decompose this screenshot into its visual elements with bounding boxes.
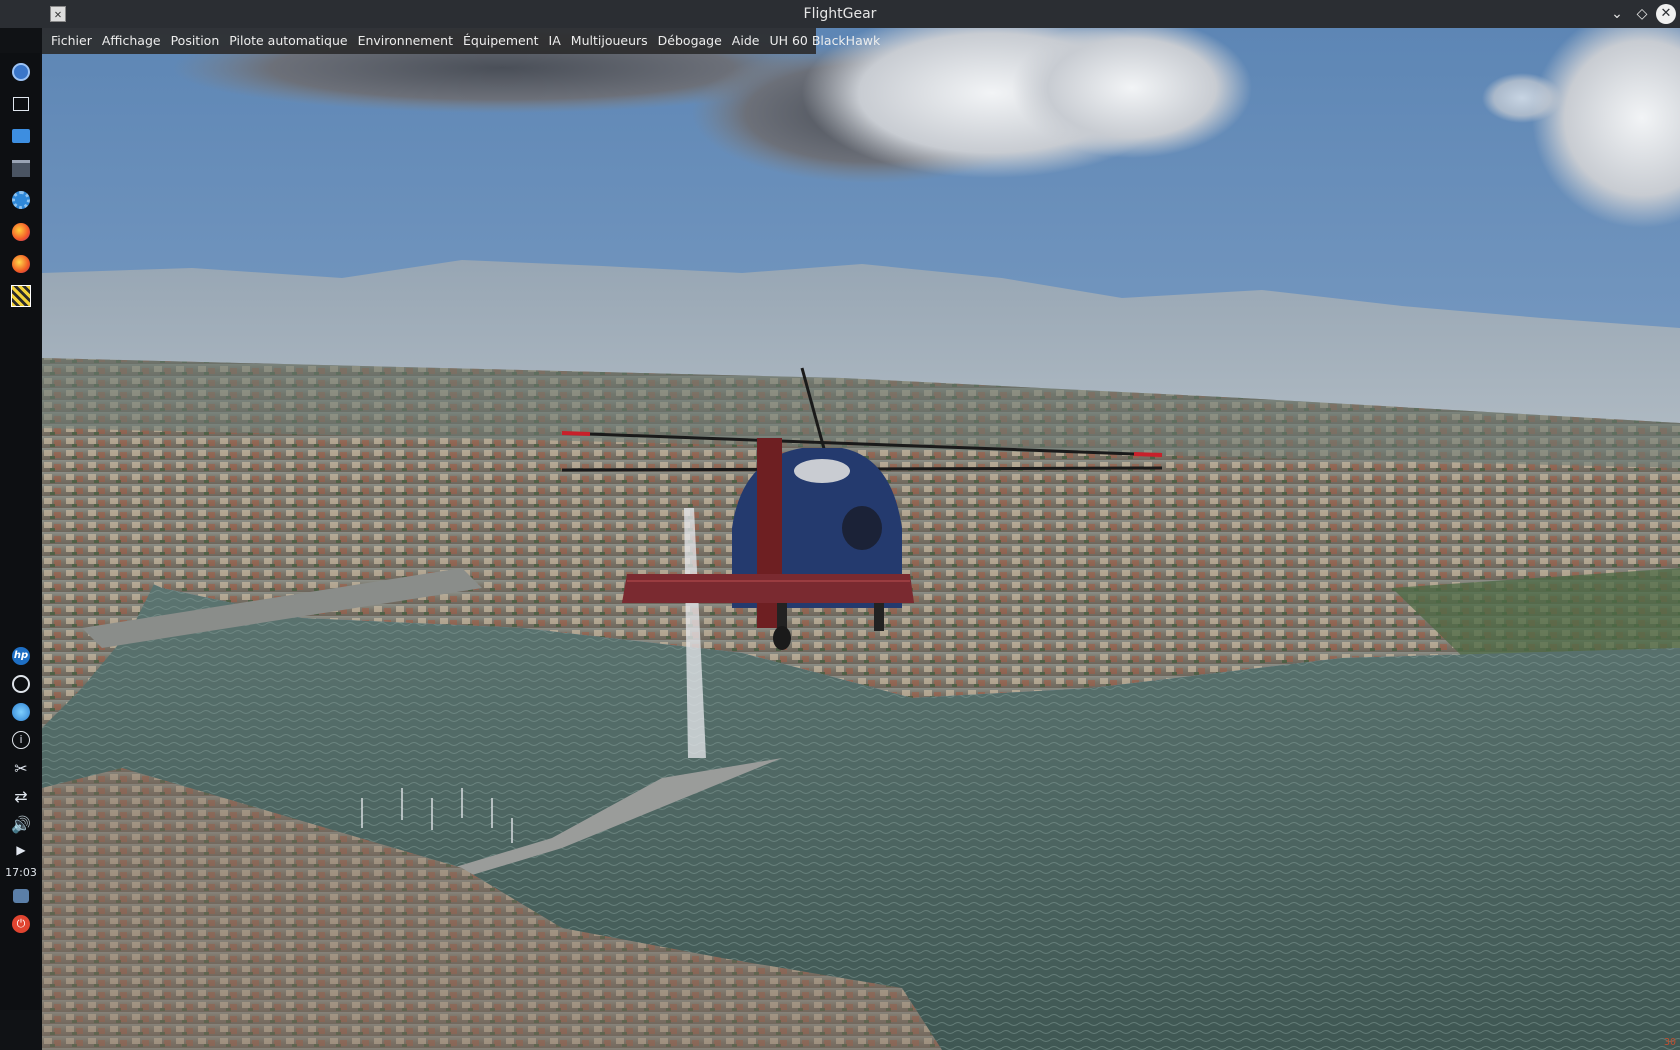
volume-icon[interactable]: 🔊 [10,813,32,835]
maximize-icon[interactable]: ◇ [1632,4,1652,24]
fps-counter: 30 [1663,1037,1676,1048]
close-icon[interactable]: ✕ [1656,4,1676,24]
flightgear-icon[interactable] [10,285,32,307]
system-settings-icon[interactable] [10,157,32,179]
network-icon[interactable] [10,701,32,723]
menu-fichier[interactable]: Fichier [46,28,97,54]
usb-icon[interactable]: ⇄ [10,785,32,807]
settings-gear-icon[interactable] [10,189,32,211]
firefox-alt-icon[interactable] [10,253,32,275]
expand-arrow-icon[interactable]: ▶ [10,839,32,861]
app-launcher-icon[interactable] [10,61,32,83]
menu-environnement[interactable]: Environnement [353,28,458,54]
menu-aircraft[interactable]: UH 60 BlackHawk [764,28,885,54]
menu-debogage[interactable]: Débogage [653,28,727,54]
clipboard-scissors-icon[interactable]: ✂ [10,757,32,779]
menu-aide[interactable]: Aide [727,28,765,54]
menu-affichage[interactable]: Affichage [97,28,166,54]
menu-pilote-automatique[interactable]: Pilote automatique [224,28,352,54]
firefox-icon[interactable] [10,221,32,243]
scene-render [42,28,1680,1050]
storage-icon[interactable] [10,885,32,907]
hp-icon[interactable]: hp [10,645,32,667]
menu-bar: Fichier Affichage Position Pilote automa… [42,28,880,54]
left-dock: hp i ✂ ⇄ 🔊 ▶ 17:03 ⏻ [0,53,40,1010]
power-icon[interactable]: ⏻ [10,913,32,935]
menu-multijoueurs[interactable]: Multijoueurs [566,28,653,54]
menu-ia[interactable]: IA [544,28,566,54]
info-icon[interactable]: i [10,729,32,751]
menu-position[interactable]: Position [166,28,225,54]
window-title: FlightGear [803,6,877,22]
title-bar[interactable]: ✕ FlightGear ⌄ ◇ ✕ [0,0,1680,28]
file-manager-icon[interactable] [10,125,32,147]
flight-scene-viewport[interactable]: 30 [42,28,1680,1050]
show-desktop-icon[interactable] [10,93,32,115]
clock[interactable]: 17:03 [0,866,42,879]
flightgear-window: ✕ FlightGear ⌄ ◇ ✕ hp i ✂ ⇄ 🔊 ▶ 17:03 ⏻ … [0,0,1680,1050]
minimize-icon[interactable]: ⌄ [1607,4,1627,24]
menu-equipement[interactable]: Équipement [458,28,544,54]
update-icon[interactable] [10,673,32,695]
